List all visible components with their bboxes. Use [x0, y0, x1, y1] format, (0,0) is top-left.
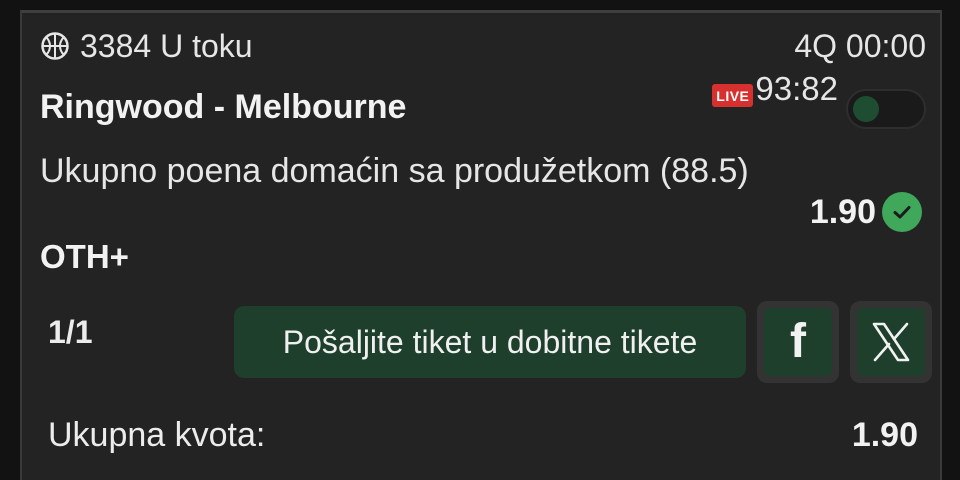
facebook-share-button[interactable]: f [757, 301, 839, 383]
event-header: 3384 U toku 4Q 00:00 [40, 26, 926, 66]
score-text: 93:82 [755, 70, 838, 107]
total-odds-label: Ukupna kvota: [48, 416, 266, 454]
odd-value: 1.90 [809, 192, 876, 231]
event-teams: Ringwood - Melbourne [40, 88, 407, 126]
x-share-button[interactable] [850, 301, 932, 383]
checkmark-icon [882, 192, 922, 232]
bet-ticket-card: 3384 U toku 4Q 00:00 Ringwood - Melbourn… [20, 10, 942, 480]
bet-market: Ukupno poena domaćin sa produžetkom (88.… [40, 152, 749, 190]
bet-outcome: OTH+ [40, 238, 129, 275]
live-badge: LIVE [712, 83, 754, 107]
period-clock: 4Q 00:00 [794, 27, 926, 64]
match-id-status-text: 3384 U toku [80, 27, 253, 64]
basketball-icon [41, 32, 69, 60]
live-score: LIVE 93:82 [712, 70, 838, 108]
ticket-pagination: 1/1 [48, 314, 93, 350]
match-status: 3384 U toku [40, 28, 253, 65]
bet-odd: 1.90 [810, 192, 922, 232]
toggle-knob [853, 96, 879, 122]
total-odds-value: 1.90 [851, 416, 918, 454]
x-icon [872, 322, 910, 362]
card-top-divider [22, 10, 940, 13]
facebook-icon: f [790, 315, 806, 368]
send-to-winning-tickets-button[interactable]: Pošaljite tiket u dobitne tikete [234, 306, 746, 378]
event-toggle[interactable] [846, 89, 926, 129]
